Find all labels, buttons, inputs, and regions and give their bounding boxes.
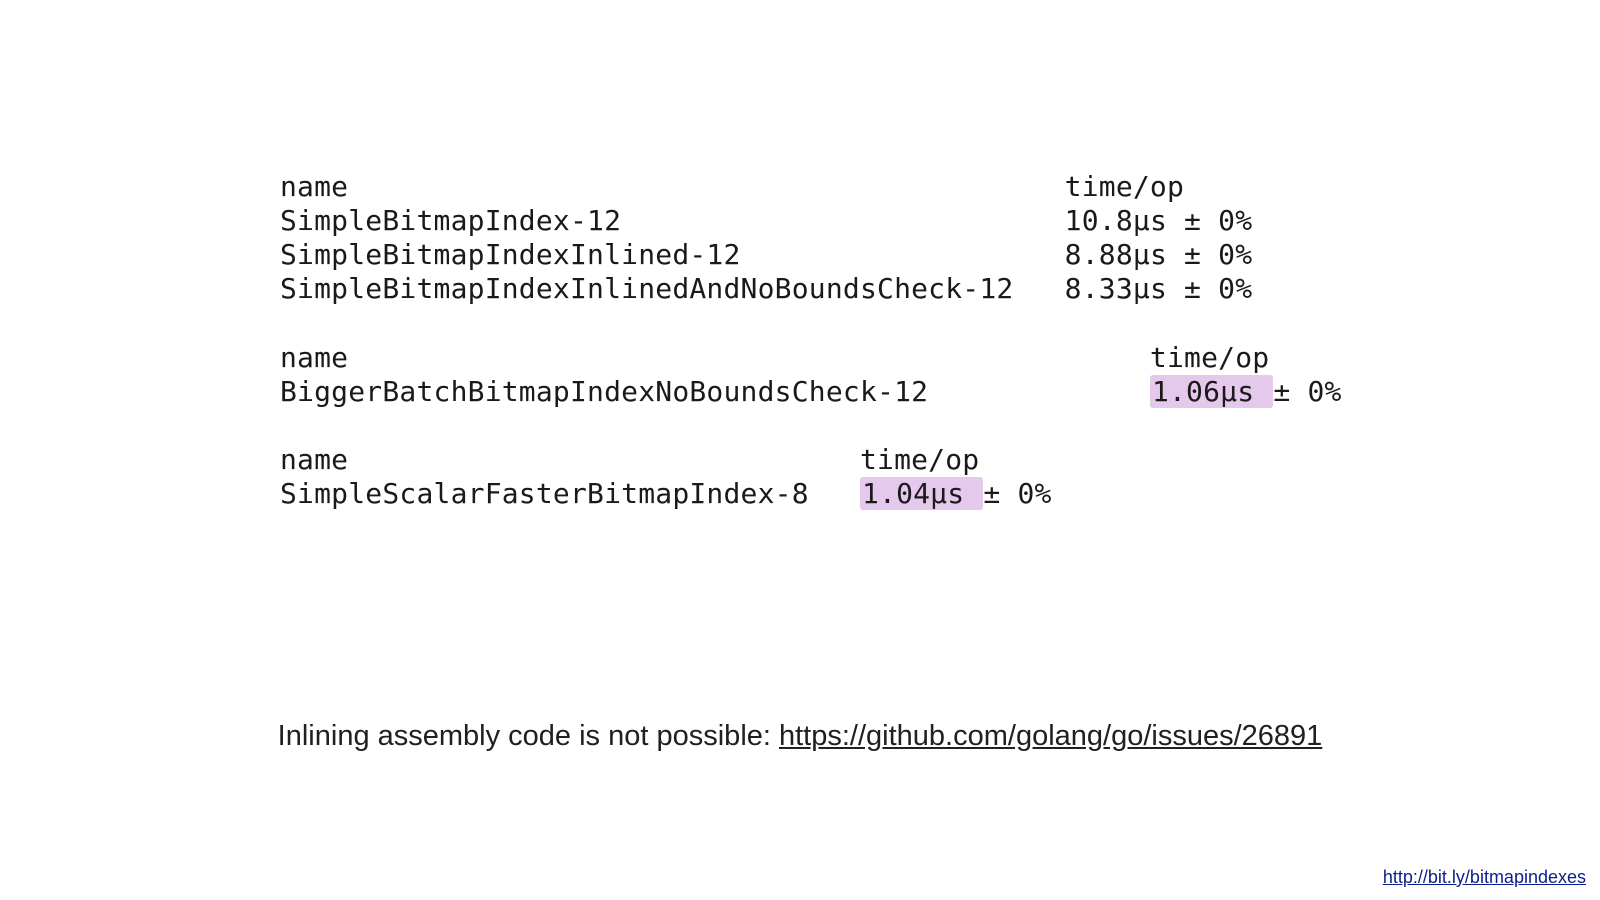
benchmark-group: name time/opSimpleBitmapIndex-12 10.8µs … bbox=[280, 170, 1342, 307]
benchmark-header: name time/op bbox=[280, 170, 1342, 204]
benchmark-header: name time/op bbox=[280, 443, 1342, 477]
benchmark-row: SimpleBitmapIndexInlined-12 8.88µs ± 0% bbox=[280, 238, 1342, 272]
benchmark-row: BiggerBatchBitmapIndexNoBoundsCheck-12 1… bbox=[280, 375, 1342, 409]
benchmark-time: 8.88µs ± 0% bbox=[1065, 238, 1253, 271]
slide: name time/opSimpleBitmapIndex-12 10.8µs … bbox=[0, 0, 1600, 900]
footnote-link[interactable]: https://github.com/golang/go/issues/2689… bbox=[779, 720, 1322, 752]
benchmark-time-rest: ± 0% bbox=[983, 477, 1051, 510]
benchmark-name: SimpleScalarFasterBitmapIndex-8 bbox=[280, 477, 860, 510]
benchmark-time: 8.33µs ± 0% bbox=[1065, 272, 1253, 305]
benchmark-group: name time/opSimpleScalarFasterBitmapInde… bbox=[280, 443, 1342, 511]
benchmark-row: SimpleBitmapIndexInlinedAndNoBoundsCheck… bbox=[280, 272, 1342, 306]
benchmark-header: name time/op bbox=[280, 341, 1342, 375]
benchmark-name: BiggerBatchBitmapIndexNoBoundsCheck-12 bbox=[280, 375, 1150, 408]
footnote-text: Inlining assembly code is not possible: bbox=[278, 720, 779, 752]
benchmark-name: SimpleBitmapIndexInlined-12 bbox=[280, 238, 1065, 271]
footer-link[interactable]: http://bit.ly/bitmapindexes bbox=[1383, 867, 1586, 888]
benchmark-time-highlight: 1.04µs bbox=[860, 477, 983, 510]
benchmark-group: name time/opBiggerBatchBitmapIndexNoBoun… bbox=[280, 341, 1342, 409]
benchmark-row: SimpleBitmapIndex-12 10.8µs ± 0% bbox=[280, 204, 1342, 238]
benchmark-area: name time/opSimpleBitmapIndex-12 10.8µs … bbox=[280, 170, 1342, 545]
benchmark-name: SimpleBitmapIndexInlinedAndNoBoundsCheck… bbox=[280, 272, 1065, 305]
benchmark-time-rest: ± 0% bbox=[1273, 375, 1341, 408]
footnote: Inlining assembly code is not possible: … bbox=[0, 720, 1600, 753]
benchmark-name: SimpleBitmapIndex-12 bbox=[280, 204, 1065, 237]
benchmark-time: 10.8µs ± 0% bbox=[1065, 204, 1253, 237]
benchmark-time-highlight: 1.06µs bbox=[1150, 375, 1273, 408]
benchmark-row: SimpleScalarFasterBitmapIndex-8 1.04µs ±… bbox=[280, 477, 1342, 511]
